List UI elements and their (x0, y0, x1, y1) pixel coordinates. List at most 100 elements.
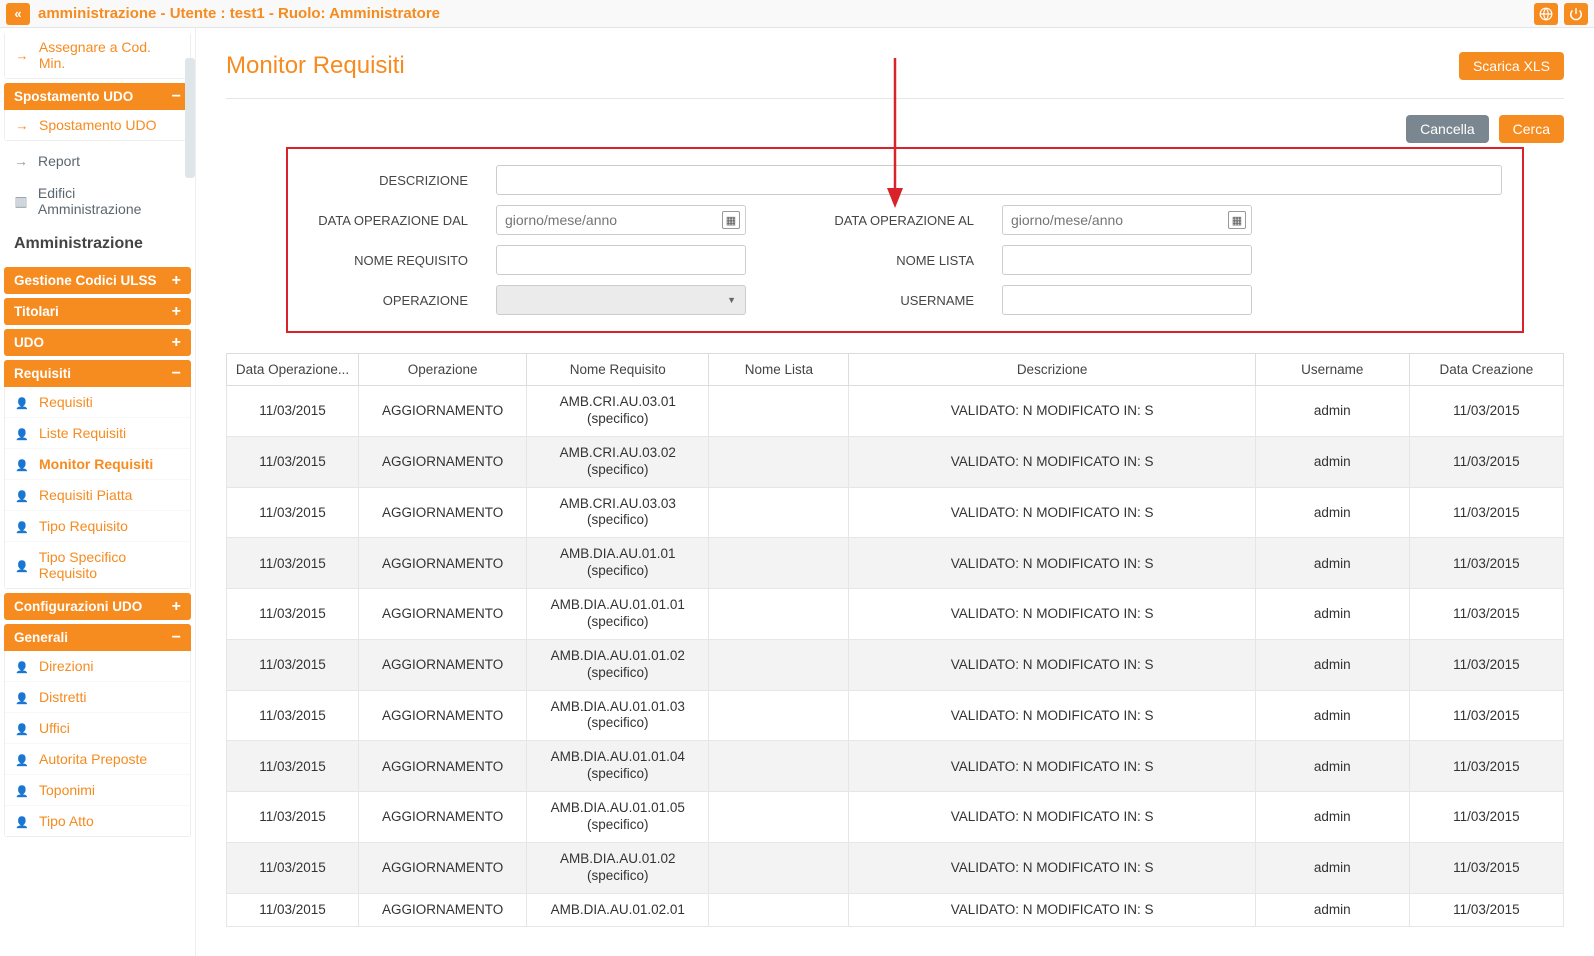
column-header[interactable]: Operazione (359, 354, 527, 386)
plus-icon: + (172, 305, 181, 319)
cell-username: admin (1255, 842, 1409, 893)
table-row[interactable]: 11/03/2015AGGIORNAMENTOAMB.DIA.AU.01.01.… (227, 639, 1564, 690)
user-icon (15, 488, 29, 503)
sidebar-item[interactable]: Toponimi (5, 775, 190, 806)
data-al-input[interactable] (1002, 205, 1252, 235)
link-icon: → (14, 153, 28, 169)
sidebar-item[interactable]: Uffici (5, 713, 190, 744)
column-header[interactable]: Username (1255, 354, 1409, 386)
sidebar-item[interactable]: Autorita Preposte (5, 744, 190, 775)
cell-descrizione: VALIDATO: N MODIFICATO IN: S (849, 487, 1255, 538)
table-row[interactable]: 11/03/2015AGGIORNAMENTOAMB.DIA.AU.01.01(… (227, 538, 1564, 589)
minus-icon: − (172, 631, 181, 645)
cell-nome-requisito: AMB.DIA.AU.01.01.03(specifico) (527, 690, 709, 741)
cell-data-op: 11/03/2015 (227, 893, 359, 927)
calendar-icon[interactable]: ▦ (722, 211, 740, 229)
panel-title: Titolari (14, 304, 59, 319)
sidebar-item[interactable]: Monitor Requisiti (5, 449, 190, 480)
cell-nome-requisito: AMB.DIA.AU.01.01.01(specifico) (527, 589, 709, 640)
download-xls-button[interactable]: Scarica XLS (1459, 52, 1564, 80)
calendar-icon[interactable]: ▦ (1228, 211, 1246, 229)
column-header[interactable]: Descrizione (849, 354, 1255, 386)
sidebar-item-label: Toponimi (39, 782, 95, 798)
table-row[interactable]: 11/03/2015AGGIORNAMENTOAMB.CRI.AU.03.01(… (227, 386, 1564, 437)
sidebar-panel-header[interactable]: Configurazioni UDO+ (4, 593, 191, 620)
cell-nome-requisito: AMB.DIA.AU.01.01.04(specifico) (527, 741, 709, 792)
table-row[interactable]: 11/03/2015AGGIORNAMENTOAMB.DIA.AU.01.02.… (227, 893, 1564, 927)
table-row[interactable]: 11/03/2015AGGIORNAMENTOAMB.DIA.AU.01.01.… (227, 792, 1564, 843)
sidebar-panel-header[interactable]: Titolari + (4, 298, 191, 325)
table-row[interactable]: 11/03/2015AGGIORNAMENTOAMB.CRI.AU.03.02(… (227, 436, 1564, 487)
descrizione-input[interactable] (496, 165, 1502, 195)
arrow-icon: → (15, 118, 29, 133)
nome-lista-label: NOME LISTA (774, 253, 974, 268)
cell-username: admin (1255, 386, 1409, 437)
sidebar-panel-header[interactable]: Spostamento UDO− (4, 83, 191, 110)
collapse-sidebar-button[interactable]: « (6, 3, 30, 25)
globe-icon[interactable] (1534, 3, 1558, 25)
user-icon (15, 426, 29, 441)
search-button[interactable]: Cerca (1499, 115, 1564, 143)
panel-title: UDO (14, 335, 44, 350)
user-icon (15, 814, 29, 829)
cell-nome-lista (709, 792, 849, 843)
column-header[interactable]: Data Operazione... (227, 354, 359, 386)
sidebar-panel-header[interactable]: Gestione Codici ULSS+ (4, 267, 191, 294)
sidebar-item[interactable]: Direzioni (5, 651, 190, 682)
sidebar-scrollbar[interactable] (185, 58, 195, 178)
sidebar-item[interactable]: Liste Requisiti (5, 418, 190, 449)
sidebar-item[interactable]: Tipo Specifico Requisito (5, 542, 190, 588)
sidebar-item[interactable]: Tipo Atto (5, 806, 190, 836)
sidebar-link[interactable]: →Report (4, 145, 191, 177)
cell-nome-requisito: AMB.CRI.AU.03.02(specifico) (527, 436, 709, 487)
sidebar-panel-header[interactable]: Requisiti− (4, 360, 191, 387)
sidebar-item[interactable]: Distretti (5, 682, 190, 713)
table-row[interactable]: 11/03/2015AGGIORNAMENTOAMB.DIA.AU.01.02(… (227, 842, 1564, 893)
sidebar-panel-header[interactable]: UDO+ (4, 329, 191, 356)
column-header[interactable]: Nome Lista (709, 354, 849, 386)
panel-title: Gestione Codici ULSS (14, 273, 157, 288)
cell-descrizione: VALIDATO: N MODIFICATO IN: S (849, 639, 1255, 690)
sidebar-item-assegnare-cod-min[interactable]: → Assegnare a Cod. Min. (5, 32, 190, 78)
sidebar-link[interactable]: ▥Edifici Amministrazione (4, 177, 191, 225)
cell-data-creazione: 11/03/2015 (1409, 639, 1563, 690)
data-dal-input[interactable] (496, 205, 746, 235)
cell-descrizione: VALIDATO: N MODIFICATO IN: S (849, 893, 1255, 927)
cell-nome-requisito: AMB.DIA.AU.01.02.01 (527, 893, 709, 927)
sidebar-item[interactable]: →Spostamento UDO (5, 110, 190, 140)
sidebar-item-label: Tipo Requisito (39, 518, 128, 534)
sidebar-item[interactable]: Requisiti Piatta (5, 480, 190, 511)
cell-nome-lista (709, 386, 849, 437)
cell-op: AGGIORNAMENTO (359, 741, 527, 792)
table-row[interactable]: 11/03/2015AGGIORNAMENTOAMB.DIA.AU.01.01.… (227, 741, 1564, 792)
cell-op: AGGIORNAMENTO (359, 893, 527, 927)
cell-username: admin (1255, 792, 1409, 843)
cell-data-op: 11/03/2015 (227, 538, 359, 589)
app-header: « amministrazione - Utente : test1 - Ruo… (0, 0, 1594, 28)
column-header[interactable]: Nome Requisito (527, 354, 709, 386)
user-icon (15, 721, 29, 736)
cell-op: AGGIORNAMENTO (359, 589, 527, 640)
sidebar-item[interactable]: Tipo Requisito (5, 511, 190, 542)
nome-requisito-input[interactable] (496, 245, 746, 275)
cell-descrizione: VALIDATO: N MODIFICATO IN: S (849, 436, 1255, 487)
operazione-select[interactable] (496, 285, 746, 315)
table-row[interactable]: 11/03/2015AGGIORNAMENTOAMB.DIA.AU.01.01.… (227, 690, 1564, 741)
column-header[interactable]: Data Creazione (1409, 354, 1563, 386)
nome-lista-input[interactable] (1002, 245, 1252, 275)
sidebar-item[interactable]: Requisiti (5, 387, 190, 418)
cancel-button[interactable]: Cancella (1406, 115, 1488, 143)
username-input[interactable] (1002, 285, 1252, 315)
cell-descrizione: VALIDATO: N MODIFICATO IN: S (849, 690, 1255, 741)
cell-op: AGGIORNAMENTO (359, 792, 527, 843)
cell-username: admin (1255, 690, 1409, 741)
table-row[interactable]: 11/03/2015AGGIORNAMENTOAMB.DIA.AU.01.01.… (227, 589, 1564, 640)
cell-data-creazione: 11/03/2015 (1409, 893, 1563, 927)
cell-nome-requisito: AMB.DIA.AU.01.01.05(specifico) (527, 792, 709, 843)
sidebar-panel-header[interactable]: Generali− (4, 624, 191, 651)
table-row[interactable]: 11/03/2015AGGIORNAMENTOAMB.CRI.AU.03.03(… (227, 487, 1564, 538)
power-icon[interactable] (1564, 3, 1588, 25)
cell-data-op: 11/03/2015 (227, 741, 359, 792)
cell-username: admin (1255, 487, 1409, 538)
cell-nome-lista (709, 589, 849, 640)
